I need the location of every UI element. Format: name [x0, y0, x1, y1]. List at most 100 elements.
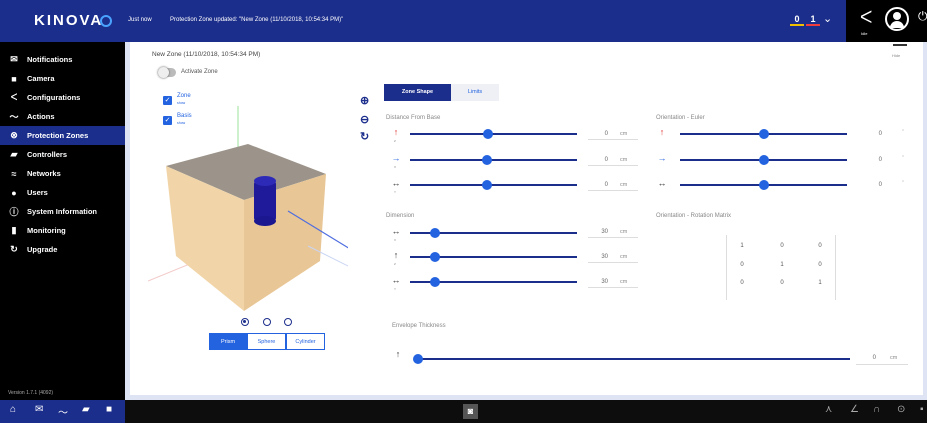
sidebar-item-system-information[interactable]: ⓘ System Information	[0, 202, 125, 221]
zone-title: New Zone (11/10/2018, 10:54:34 PM)	[152, 51, 261, 58]
sidebar-item-notifications[interactable]: ✉ Notifications	[0, 50, 125, 69]
activate-zone-label: Activate Zone	[181, 69, 218, 75]
sidebar-item-controllers[interactable]: ▰ Controllers	[0, 145, 125, 164]
sidebar-item-users[interactable]: ● Users	[0, 183, 125, 202]
controllers-shortcut-icon[interactable]: ▰	[82, 404, 90, 415]
power-icon[interactable]: ⏻	[918, 9, 927, 24]
orientation-euler-label: Orientation - Euler	[656, 115, 705, 121]
user-avatar-icon[interactable]	[885, 7, 909, 31]
zoom-out-icon[interactable]: ⊖	[360, 113, 369, 126]
distance-y-slider[interactable]	[481, 180, 492, 190]
matrix-cell: 1	[780, 262, 784, 268]
dimension-y-slider[interactable]	[430, 277, 441, 287]
view-radio-3[interactable]	[284, 318, 292, 326]
more-icon[interactable]: ▪	[920, 404, 924, 415]
dimension-x-value[interactable]: 30	[594, 229, 608, 235]
dimension-x-slider[interactable]	[430, 228, 441, 238]
matrix-cell: 0	[740, 262, 744, 268]
notification-message[interactable]: Protection Zone updated: "New Zone (11/1…	[170, 17, 343, 23]
zone-3d-view[interactable]	[148, 86, 348, 316]
sidebar-item-configurations[interactable]: ᐸ Configurations	[0, 88, 125, 107]
view-radio-2[interactable]	[263, 318, 271, 326]
dimension-x-sub: X	[394, 238, 397, 242]
distance-x-slider[interactable]	[481, 155, 492, 165]
dimension-y-icon: ↔	[391, 275, 401, 285]
robot-cylinder-base	[254, 216, 276, 226]
actions-shortcut-icon[interactable]: 〜	[58, 404, 68, 419]
euler-x-slider[interactable]	[758, 155, 769, 165]
dimension-y-sub: Y	[394, 287, 397, 291]
controller-icon[interactable]: ᐸ	[860, 8, 872, 28]
distance-z-value[interactable]: 0	[594, 131, 608, 137]
notifications-shortcut-icon[interactable]: ✉	[35, 404, 43, 415]
matrix-cell: 0	[780, 243, 784, 249]
dimension-z-slider[interactable]	[430, 252, 441, 262]
dimension-y-value[interactable]: 30	[594, 279, 608, 285]
sidebar-item-protection-zones[interactable]: ⊗ Protection Zones	[0, 126, 125, 145]
euler-x-value[interactable]: 0	[868, 157, 882, 163]
sidebar-item-monitoring[interactable]: ▮ Monitoring	[0, 221, 125, 240]
arm-pose-icon[interactable]: ⋏	[825, 404, 832, 415]
camera-toggle-icon[interactable]: ◙	[463, 404, 478, 419]
dimension-x-unit: cm	[620, 229, 628, 235]
matrix-cell: 0	[780, 280, 784, 286]
dimension-y-underline	[588, 287, 638, 288]
tab-limits[interactable]: Limits	[451, 84, 499, 101]
robot-cylinder	[254, 181, 276, 221]
euler-x-icon: →	[657, 153, 667, 163]
distance-y-value[interactable]: 0	[594, 182, 608, 188]
shape-prism-button[interactable]: Prism	[209, 333, 247, 350]
notification-status-icon[interactable]	[100, 15, 112, 27]
camera-shortcut-icon[interactable]: ■	[106, 404, 112, 415]
controller-label: Idle	[861, 31, 868, 36]
euler-y-slider[interactable]	[758, 180, 769, 190]
euler-y-degree: °	[902, 180, 904, 186]
view-radio-1[interactable]	[241, 318, 249, 326]
angle-icon[interactable]: ∠	[850, 404, 859, 415]
tab-zone-shape[interactable]: Zone Shape	[384, 84, 451, 101]
dimension-z-unit: cm	[620, 254, 628, 260]
euler-y-icon: ↔	[657, 178, 667, 188]
sidebar-item-actions[interactable]: 〜 Actions	[0, 107, 125, 126]
target-icon[interactable]: ⊙	[897, 404, 905, 415]
euler-z-value[interactable]: 0	[868, 131, 882, 137]
gripper-icon[interactable]: ∩	[873, 404, 880, 415]
euler-z-slider[interactable]	[758, 129, 769, 139]
euler-x-degree: °	[902, 155, 904, 161]
euler-y-value[interactable]: 0	[868, 182, 882, 188]
notification-time: Just now	[128, 17, 152, 23]
shape-sphere-button[interactable]: Sphere	[247, 333, 286, 350]
envelope-value[interactable]: 0	[862, 355, 876, 361]
distance-y-track	[410, 184, 577, 186]
warning-counter[interactable]: 0	[790, 14, 804, 26]
envelope-slider[interactable]	[413, 354, 423, 364]
home-icon[interactable]: ⌂	[10, 404, 16, 415]
sidebar-item-camera[interactable]: ■ Camera	[0, 69, 125, 88]
activate-zone-toggle[interactable]	[158, 67, 176, 78]
matrix-cell: 0	[818, 243, 822, 249]
chevron-down-icon[interactable]: ⌄	[823, 12, 832, 25]
matrix-cell: 1	[740, 243, 744, 249]
distance-x-value[interactable]: 0	[594, 157, 608, 163]
dimension-x-underline	[588, 237, 638, 238]
dimension-z-icon: ↑	[393, 250, 399, 260]
sidebar-item-upgrade[interactable]: ↻ Upgrade	[0, 240, 125, 259]
dimension-z-underline	[588, 262, 638, 263]
wifi-icon: ≈	[11, 168, 17, 179]
rotation-matrix-label: Orientation - Rotation Matrix	[656, 213, 732, 219]
hide-handle[interactable]	[893, 44, 907, 46]
dimension-z-value[interactable]: 30	[594, 254, 608, 260]
bell-icon: ✉	[10, 54, 18, 64]
error-counter[interactable]: 1	[806, 14, 820, 26]
user-icon: ●	[11, 187, 17, 198]
kinova-logo: KINOVA	[34, 12, 104, 29]
y-axis-sub: Y	[394, 190, 397, 194]
sidebar-item-networks[interactable]: ≈ Networks	[0, 164, 125, 183]
z-axis-sub: Z	[394, 139, 396, 143]
reset-view-icon[interactable]: ↻	[360, 130, 369, 143]
shape-cylinder-button[interactable]: Cylinder	[286, 333, 325, 350]
zoom-in-icon[interactable]: ⊕	[360, 94, 369, 107]
bottom-bar: ⌂ ✉ 〜 ▰ ■ ◙ ⋏ ∠ ∩ ⊙ ▪	[0, 400, 927, 423]
envelope-unit: cm	[890, 355, 898, 361]
hide-label[interactable]: Hide	[892, 53, 900, 58]
